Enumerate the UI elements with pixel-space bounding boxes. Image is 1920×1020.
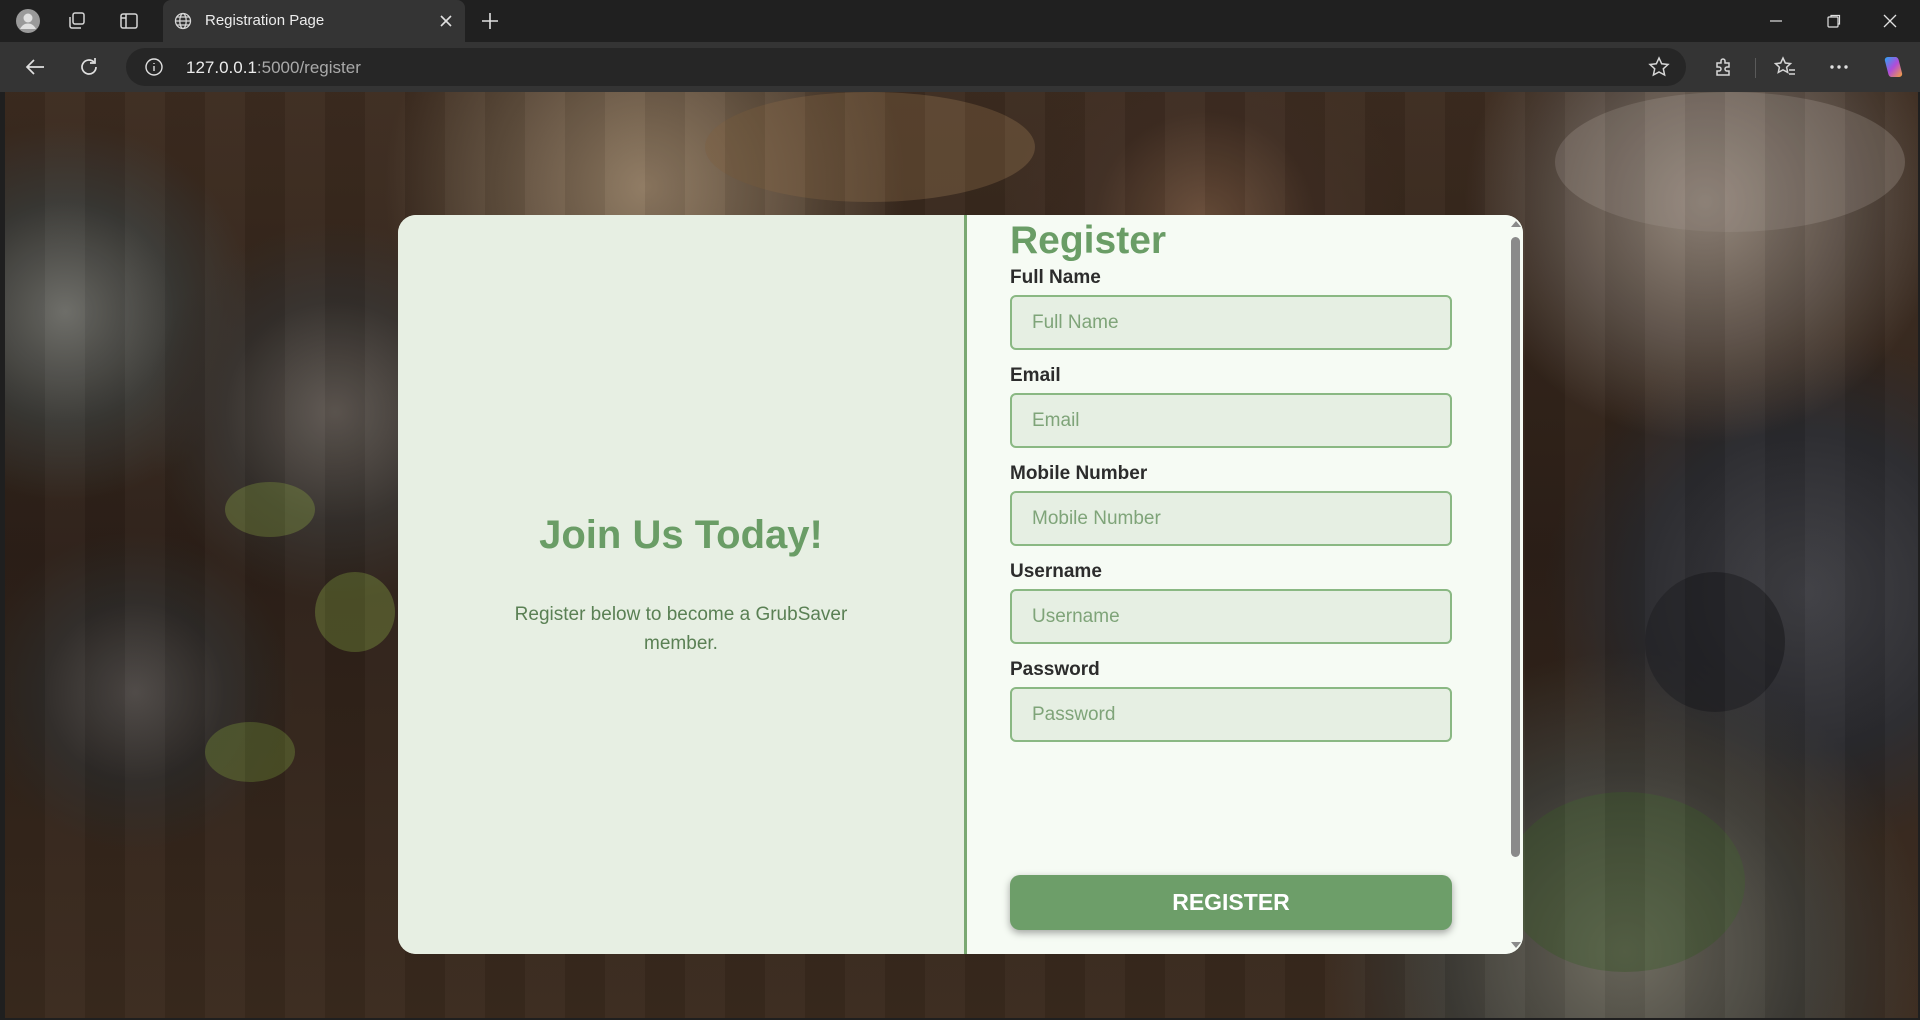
close-icon[interactable] <box>435 10 457 32</box>
full-name-input[interactable] <box>1010 295 1452 350</box>
register-button[interactable]: REGISTER <box>1010 875 1452 930</box>
register-form: Register Full Name Email Mobile Number U… <box>967 215 1523 954</box>
minimize-icon[interactable] <box>1748 0 1804 42</box>
more-icon[interactable] <box>1824 52 1854 82</box>
password-label: Password <box>1010 659 1100 680</box>
password-input[interactable] <box>1010 687 1452 742</box>
mobile-number-input[interactable] <box>1010 491 1452 546</box>
url-text[interactable]: 127.0.0.1:5000/register <box>186 58 361 78</box>
username-label: Username <box>1010 561 1102 582</box>
back-arrow-icon[interactable] <box>20 52 50 82</box>
welcome-heading: Join Us Today! <box>539 513 823 557</box>
email-input[interactable] <box>1010 393 1452 448</box>
profile-avatar-icon[interactable] <box>14 8 42 34</box>
plus-icon[interactable] <box>476 8 504 34</box>
scroll-down-arrow-icon[interactable] <box>1511 942 1521 948</box>
form-scrollbar[interactable] <box>1508 215 1523 954</box>
browser-window: Registration Page 127.0.0.1:5000/registe… <box>0 0 1920 1020</box>
tab-title: Registration Page <box>205 12 325 29</box>
tab-registration[interactable]: Registration Page <box>163 0 465 42</box>
page-viewport: Join Us Today! Register below to become … <box>5 92 1918 1018</box>
browser-toolbar: 127.0.0.1:5000/register <box>0 42 1920 92</box>
url-path: :5000/register <box>256 58 361 77</box>
star-icon[interactable] <box>1648 56 1670 78</box>
username-input[interactable] <box>1010 589 1452 644</box>
mobile-number-label: Mobile Number <box>1010 463 1148 484</box>
favorites-icon[interactable] <box>1770 52 1800 82</box>
restore-icon[interactable] <box>1806 0 1862 42</box>
welcome-panel: Join Us Today! Register below to become … <box>398 215 967 954</box>
info-icon[interactable] <box>144 57 164 77</box>
address-bar[interactable]: 127.0.0.1:5000/register <box>126 48 1686 86</box>
close-window-icon[interactable] <box>1862 0 1918 42</box>
url-host: 127.0.0.1 <box>186 58 257 77</box>
puzzle-icon[interactable] <box>1709 52 1739 82</box>
tab-strip: Registration Page <box>0 0 1920 42</box>
refresh-icon[interactable] <box>74 52 104 82</box>
toolbar-divider <box>1755 58 1756 78</box>
copilot-icon[interactable] <box>1878 52 1908 82</box>
scroll-thumb[interactable] <box>1511 237 1520 857</box>
scroll-up-arrow-icon[interactable] <box>1511 221 1521 227</box>
full-name-label: Full Name <box>1010 267 1101 288</box>
form-title: Register <box>1010 219 1167 262</box>
globe-icon <box>173 11 193 31</box>
workspaces-icon[interactable] <box>63 8 91 34</box>
welcome-subtext: Register below to become a GrubSaver mem… <box>514 604 848 654</box>
vertical-tabs-icon[interactable] <box>115 8 143 34</box>
registration-card: Join Us Today! Register below to become … <box>398 215 1523 954</box>
email-label: Email <box>1010 365 1061 386</box>
